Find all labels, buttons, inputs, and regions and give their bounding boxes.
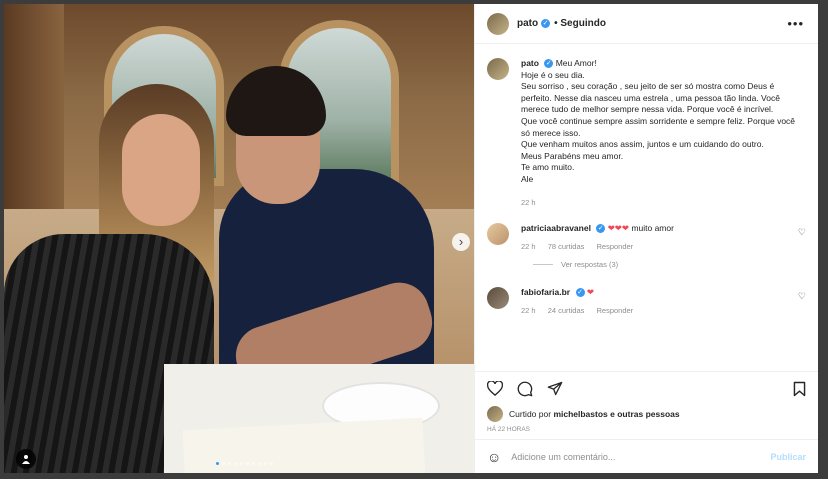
- verified-badge-icon: ✓: [596, 224, 606, 234]
- liked-by-user[interactable]: michelbastos: [553, 409, 607, 419]
- publish-button[interactable]: Publicar: [770, 452, 806, 462]
- next-arrow-icon[interactable]: ›: [452, 233, 470, 251]
- caption-body: pato ✓ Meu Amor! Hoje é o seu dia. Seu s…: [521, 58, 806, 208]
- comment-username[interactable]: patriciaabravanel: [521, 223, 591, 233]
- user-tag-icon[interactable]: [16, 449, 36, 469]
- carousel-dot: [258, 462, 261, 465]
- caption-line: Seu sorriso , seu coração , seu jeito de…: [521, 81, 780, 115]
- share-icon[interactable]: [547, 381, 563, 396]
- verified-badge-icon: ✓: [541, 19, 551, 28]
- avatar[interactable]: [487, 12, 509, 35]
- caption-line: Que venham muitos anos assim, juntos e u…: [521, 139, 764, 150]
- caption-line: Meu Amor!: [555, 58, 597, 68]
- comment-meta: 22 h 24 curtidas Responder: [521, 306, 798, 315]
- heart-emoji: ❤: [586, 287, 594, 298]
- liked-by: Curtido por michelbastos e outras pessoa…: [475, 405, 818, 423]
- liked-by-others[interactable]: e outras pessoas: [610, 409, 679, 419]
- comment-input[interactable]: [511, 451, 771, 462]
- caption-time[interactable]: 22 h: [521, 197, 806, 209]
- post-sidebar: pato ✓ • Seguindo ••• pato ✓ Meu Amor! H…: [474, 4, 818, 473]
- comment-body: fabiofaria.br ✓ ❤ 22 h 24 curtidas Respo…: [521, 287, 798, 315]
- post-media[interactable]: ›: [4, 4, 474, 473]
- view-replies-label: Ver respostas (3): [561, 260, 619, 270]
- follow-status-label: Seguindo: [560, 18, 606, 29]
- heart-icon[interactable]: [487, 381, 503, 396]
- comment-composer: ☺ Publicar: [475, 439, 818, 473]
- carousel-dot: [240, 462, 243, 465]
- verified-badge-icon: ✓: [544, 59, 554, 68]
- avatar[interactable]: [487, 406, 503, 422]
- post-timestamp[interactable]: HÁ 22 HORAS: [475, 423, 818, 439]
- caption-line: Que você continue sempre assim sorrident…: [521, 115, 796, 138]
- like-comment-heart-icon[interactable]: ♡: [798, 227, 806, 251]
- emoji-icon[interactable]: ☺: [487, 449, 501, 465]
- post-caption: pato ✓ Meu Amor! Hoje é o seu dia. Seu s…: [487, 58, 806, 208]
- save-icon[interactable]: [793, 381, 806, 397]
- author-username[interactable]: pato: [517, 18, 538, 29]
- comment-item: patriciaabravanel ✓ ❤❤❤ muito amor 22 h …: [487, 223, 806, 251]
- post-modal: › pato ✓ • Seguindo ••• pato ✓ Meu Amor!: [4, 4, 818, 473]
- comment-text: muito amor: [631, 223, 674, 234]
- caption-line: Te amo muito.: [521, 162, 575, 173]
- comment-body: patriciaabravanel ✓ ❤❤❤ muito amor 22 h …: [521, 223, 798, 251]
- replies-divider: [533, 264, 553, 266]
- action-bar: [475, 371, 818, 405]
- view-replies-button[interactable]: Ver respostas (3): [533, 260, 806, 269]
- photo-face: [122, 114, 200, 226]
- carousel-dot: [228, 462, 231, 465]
- carousel-dot: [264, 462, 267, 465]
- carousel-dot: [270, 462, 273, 465]
- verified-badge-icon: ✓: [575, 288, 585, 298]
- caption-line: Meus Parabéns meu amor.: [521, 150, 624, 161]
- photo-wall: [4, 4, 64, 234]
- carousel-dot: [234, 462, 237, 465]
- carousel-dot: [252, 462, 255, 465]
- follow-status[interactable]: • Seguindo: [554, 18, 606, 29]
- like-comment-heart-icon[interactable]: ♡: [798, 291, 806, 315]
- carousel-dot: [222, 462, 225, 465]
- comments-list: pato ✓ Meu Amor! Hoje é o seu dia. Seu s…: [475, 44, 818, 371]
- caption-line: Ale: [521, 173, 534, 184]
- comment-likes[interactable]: 78 curtidas: [548, 242, 585, 251]
- avatar[interactable]: [487, 223, 509, 246]
- comment-icon[interactable]: [517, 381, 533, 397]
- liked-by-prefix: Curtido por: [509, 409, 552, 419]
- comment-username[interactable]: fabiofaria.br: [521, 287, 570, 297]
- more-options-icon[interactable]: •••: [787, 16, 804, 31]
- caption-username[interactable]: pato: [521, 58, 539, 68]
- reply-button[interactable]: Responder: [596, 242, 633, 251]
- carousel-dot: [216, 462, 219, 465]
- comment-item: fabiofaria.br ✓ ❤ 22 h 24 curtidas Respo…: [487, 287, 806, 315]
- avatar[interactable]: [487, 58, 509, 80]
- comment-time[interactable]: 22 h: [521, 306, 536, 315]
- avatar[interactable]: [487, 287, 509, 310]
- carousel-dots: [216, 462, 273, 465]
- comment-time[interactable]: 22 h: [521, 242, 536, 251]
- reply-button[interactable]: Responder: [596, 306, 633, 315]
- carousel-dot: [246, 462, 249, 465]
- comment-likes[interactable]: 24 curtidas: [548, 306, 585, 315]
- heart-emoji: ❤❤❤: [607, 223, 630, 234]
- caption-line: Hoje é o seu dia.: [521, 69, 585, 80]
- comment-meta: 22 h 78 curtidas Responder: [521, 242, 798, 251]
- post-header: pato ✓ • Seguindo •••: [475, 4, 818, 44]
